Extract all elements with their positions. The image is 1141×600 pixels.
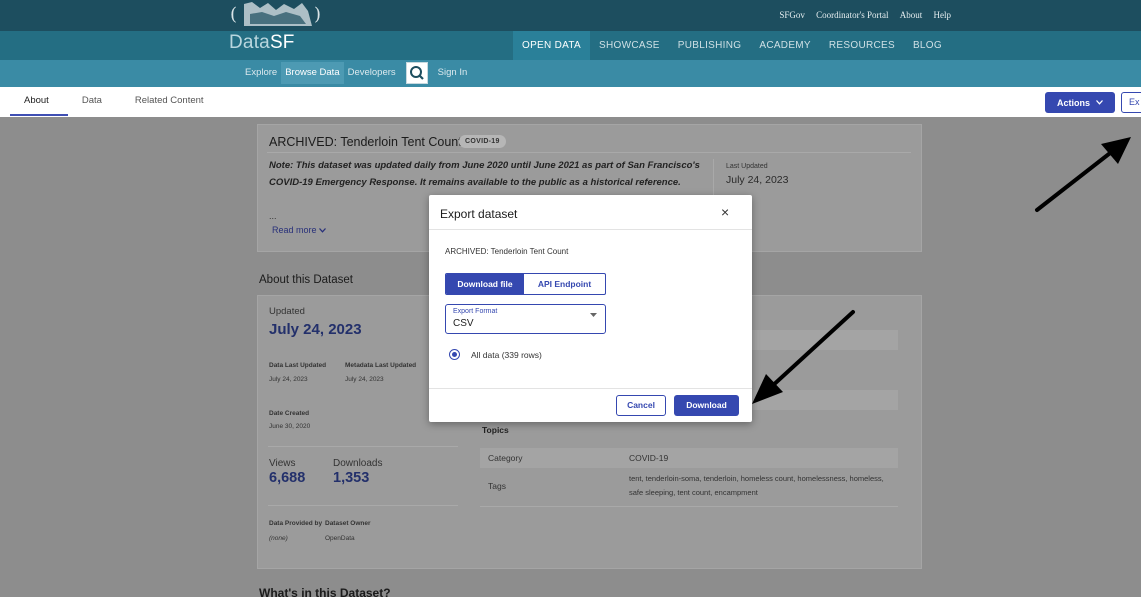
annotation-arrow bbox=[752, 310, 855, 404]
annotation-arrow bbox=[1035, 137, 1131, 212]
annotation-arrows bbox=[752, 137, 1131, 404]
